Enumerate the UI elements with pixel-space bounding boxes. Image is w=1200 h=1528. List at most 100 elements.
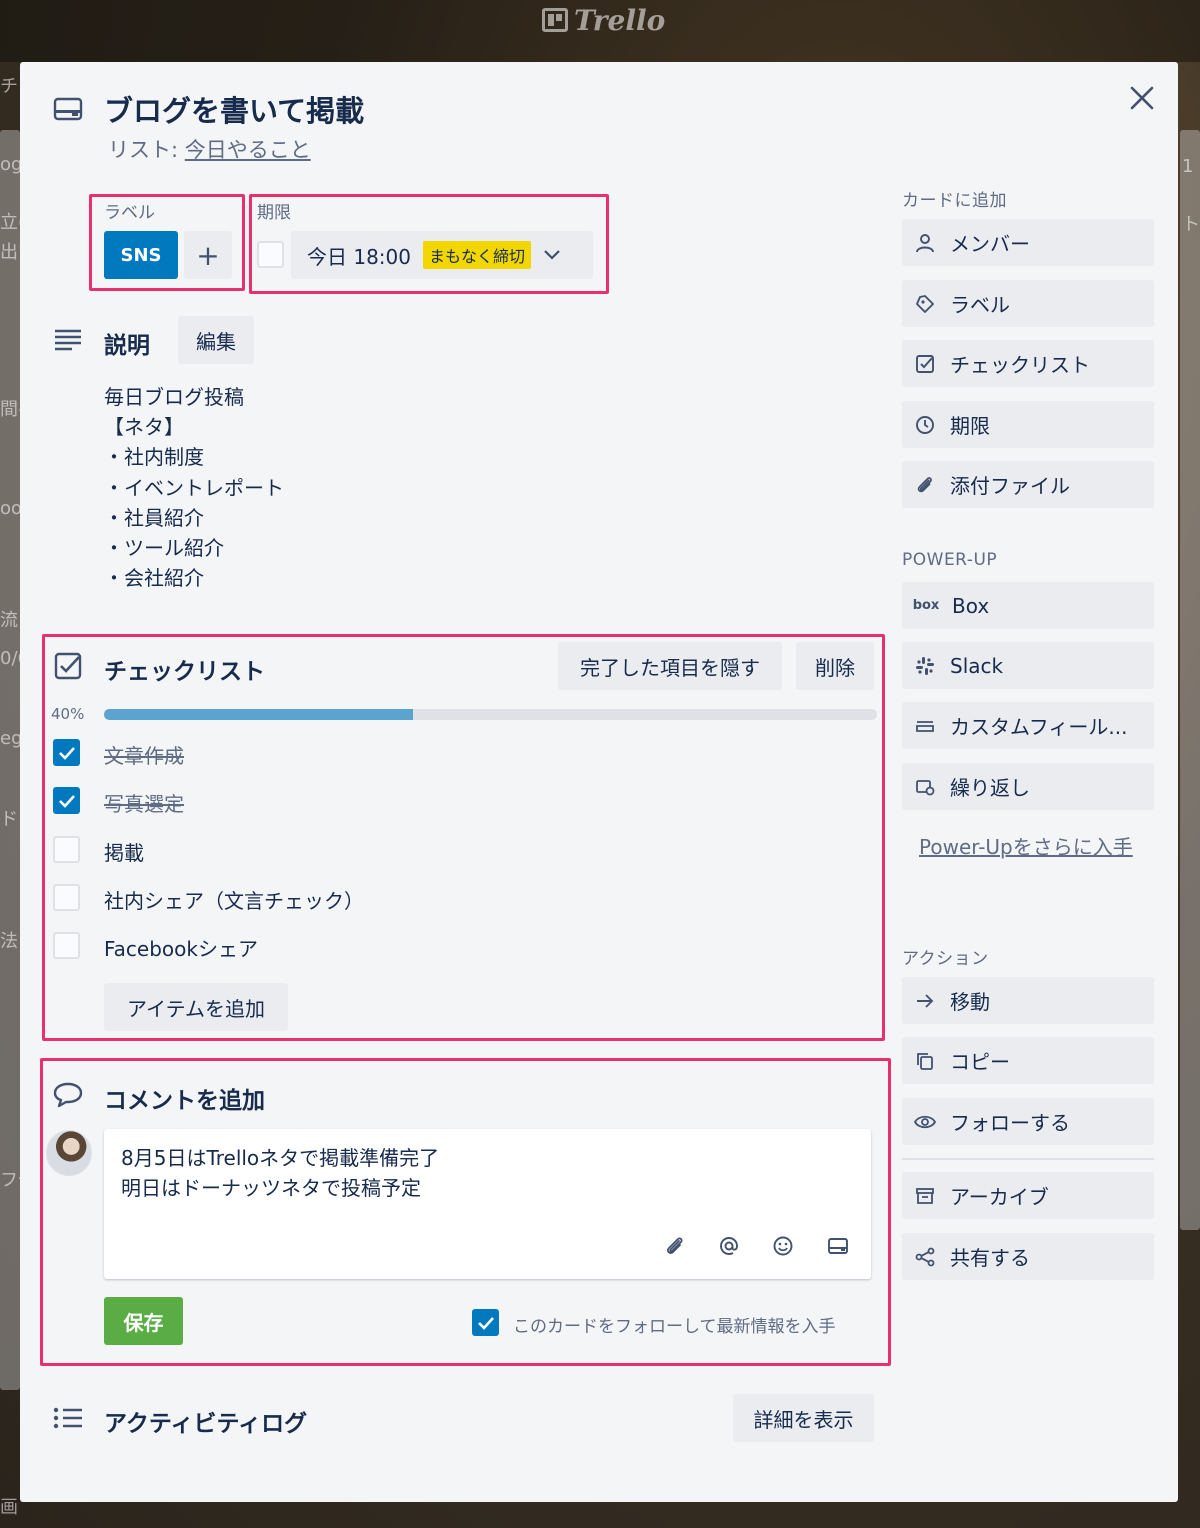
background-list-left [0, 130, 20, 1390]
card-icon [52, 93, 84, 125]
background-card-text: 1 [1182, 156, 1194, 177]
comment-icon [52, 1079, 84, 1111]
checklist-item-text[interactable]: 社内シェア（文言チェック） [104, 885, 364, 914]
powerups-heading: POWER-UP [902, 550, 998, 570]
description-line: ・イベントレポート [104, 475, 284, 500]
checklist-item-checkbox[interactable] [53, 836, 80, 863]
attach-button[interactable] [662, 1233, 688, 1259]
checklist-item-checkbox[interactable] [53, 787, 80, 814]
custom-fields-powerup-label: カスタムフィール... [950, 715, 1128, 739]
due-soon-badge: まもなく締切 [423, 241, 532, 269]
share-button-label: 共有する [950, 1246, 1030, 1270]
background-card-text: チ [0, 76, 18, 97]
repeat-powerup-label: 繰り返し [950, 776, 1030, 800]
follow-card-checkbox[interactable] [472, 1309, 499, 1336]
actions-heading: アクション [902, 949, 989, 969]
follow-button[interactable]: フォローする [902, 1098, 1154, 1145]
checklist-item-checkbox[interactable] [53, 932, 80, 959]
copy-button-label: コピー [950, 1050, 1010, 1074]
card-title[interactable]: ブログを書いて掲載 [104, 88, 364, 130]
due-date-sidebar-button[interactable]: 期限 [902, 401, 1154, 448]
description-text[interactable]: 毎日ブログ投稿 【ネタ】 ・社内制度 ・イベントレポート ・社員紹介 ・ツール紹… [104, 382, 284, 593]
chevron-down-icon [544, 250, 560, 260]
archive-button[interactable]: アーカイブ [902, 1172, 1154, 1219]
arrow-right-icon [914, 990, 936, 1012]
background-card-text: ト [1182, 214, 1200, 235]
add-checklist-item-button[interactable]: アイテムを追加 [104, 983, 288, 1031]
members-button-label: メンバー [950, 232, 1030, 256]
box-powerup-label: Box [952, 593, 990, 618]
more-powerups-link[interactable]: Power-Upをさらに入手 [919, 832, 1139, 862]
trello-logo-text: Trello [574, 3, 666, 37]
repeat-icon [914, 776, 936, 798]
show-details-button[interactable]: 詳細を表示 [733, 1394, 874, 1442]
sidebar-divider [902, 1158, 1154, 1160]
emoji-button[interactable] [770, 1233, 796, 1259]
checklist-item-text[interactable]: 写真選定 [104, 788, 184, 817]
checklist-item-text[interactable]: Facebookシェア [104, 933, 258, 962]
card-icon [828, 1238, 848, 1254]
members-button[interactable]: メンバー [902, 219, 1154, 266]
labels-button[interactable]: ラベル [902, 280, 1154, 327]
activity-heading: アクティビティログ [104, 1411, 308, 1437]
checklist-button[interactable]: チェックリスト [902, 340, 1154, 387]
add-label-button[interactable]: + [184, 231, 232, 279]
edit-description-button[interactable]: 編集 [178, 316, 254, 364]
list-link[interactable]: 今日やること [185, 138, 311, 162]
background-card-text: ド [0, 809, 18, 830]
paperclip-icon [667, 1237, 683, 1254]
eye-icon [914, 1111, 936, 1133]
checklist-progress-bar [104, 709, 877, 720]
attachment-button-label: 添付ファイル [950, 474, 1070, 498]
checklist-heading[interactable]: チェックリスト [104, 652, 265, 686]
description-line: ・社内制度 [104, 445, 204, 470]
checkmark-icon [58, 746, 75, 760]
checkmark-icon [477, 1316, 494, 1330]
description-line: ・ツール紹介 [104, 536, 224, 561]
due-date-button[interactable]: 今日 18:00 まもなく締切 [291, 231, 593, 279]
mention-button[interactable] [716, 1233, 742, 1259]
move-button-label: 移動 [950, 990, 990, 1014]
label-chip-sns[interactable]: SNS [104, 231, 178, 279]
follow-card-label[interactable]: このカードをフォローして最新情報を入手 [513, 1312, 836, 1337]
checklist-item-checkbox[interactable] [53, 739, 80, 766]
checklist-item-checkbox[interactable] [53, 884, 80, 911]
add-comment-heading: コメントを追加 [104, 1088, 265, 1114]
checklist-item-text[interactable]: 文章作成 [104, 740, 184, 769]
comment-input-text[interactable]: 8月5日はTrelloネタで掲載準備完了 明日はドーナッツネタで投稿予定 [121, 1143, 439, 1203]
slack-powerup-label: Slack [950, 653, 1004, 678]
close-button[interactable] [1126, 82, 1158, 114]
slack-powerup-button[interactable]: Slack [902, 642, 1154, 689]
tag-icon [914, 293, 936, 315]
slack-icon [914, 655, 936, 677]
close-icon [1130, 86, 1154, 110]
avatar[interactable] [46, 1130, 92, 1176]
description-line: ・社員紹介 [104, 505, 204, 530]
share-icon [914, 1246, 936, 1268]
repeat-powerup-button[interactable]: 繰り返し [902, 763, 1154, 810]
share-button[interactable]: 共有する [902, 1233, 1154, 1280]
due-complete-checkbox[interactable] [257, 241, 284, 268]
follow-button-label: フォローする [950, 1111, 1070, 1135]
hide-checked-items-button[interactable]: 完了した項目を隠す [558, 642, 782, 690]
checkmark-icon [58, 794, 75, 808]
move-button[interactable]: 移動 [902, 977, 1154, 1024]
checklist-icon [914, 353, 936, 375]
checklist-progress-fill [104, 709, 414, 720]
save-comment-button[interactable]: 保存 [104, 1297, 183, 1345]
checklist-item-text[interactable]: 掲載 [104, 837, 144, 866]
custom-fields-powerup-button[interactable]: カスタムフィール... [902, 702, 1154, 749]
comment-line: 明日はドーナッツネタで投稿予定 [121, 1176, 421, 1200]
trello-logo[interactable]: Trello [542, 3, 666, 37]
description-heading: 説明 [104, 333, 150, 359]
background-list-right [1180, 130, 1200, 1230]
box-powerup-button[interactable]: box Box [902, 582, 1154, 629]
copy-button[interactable]: コピー [902, 1037, 1154, 1084]
emoji-icon [773, 1236, 793, 1256]
at-icon [720, 1237, 738, 1255]
attachment-button[interactable]: 添付ファイル [902, 461, 1154, 508]
comment-input[interactable]: 8月5日はTrelloネタで掲載準備完了 明日はドーナッツネタで投稿予定 [104, 1129, 871, 1279]
due-date-text: 今日 18:00 [307, 244, 411, 269]
delete-checklist-button[interactable]: 削除 [796, 642, 874, 690]
add-card-button[interactable] [825, 1233, 851, 1259]
